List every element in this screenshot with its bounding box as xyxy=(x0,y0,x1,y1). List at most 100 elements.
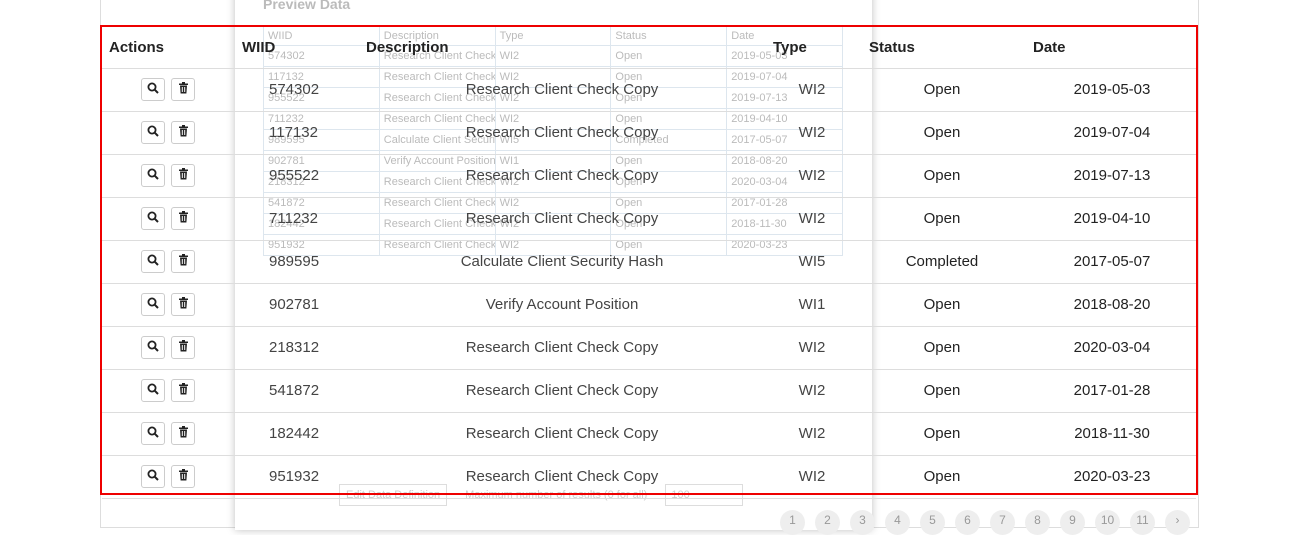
view-button[interactable] xyxy=(141,465,165,488)
cell-wiid: 117132 xyxy=(269,124,318,141)
table-row: 182442 Research Client Check Copy WI2 Open 2… xyxy=(102,413,1196,456)
trash-icon xyxy=(178,210,189,227)
row-actions xyxy=(141,250,195,273)
view-button[interactable] xyxy=(141,207,165,230)
delete-button[interactable] xyxy=(171,164,195,187)
view-button[interactable] xyxy=(141,164,165,187)
search-icon xyxy=(147,296,159,313)
delete-button[interactable] xyxy=(171,465,195,488)
table-row: 574302 Research Client Check Copy WI2 Open 2… xyxy=(102,69,1196,112)
delete-button[interactable] xyxy=(171,379,195,402)
view-button[interactable] xyxy=(141,121,165,144)
cell-status: Open xyxy=(923,468,961,485)
cell-type: WI5 xyxy=(798,253,826,270)
cell-type: WI2 xyxy=(798,81,826,98)
cell-description: Research Client Check Copy xyxy=(465,468,659,485)
page-button[interactable]: 4 xyxy=(885,510,910,535)
cell-date: 2019-04-10 xyxy=(1073,210,1151,227)
cell-type: WI1 xyxy=(798,296,826,313)
cell-description: Research Client Check Copy xyxy=(465,210,659,227)
page-button[interactable]: 6 xyxy=(955,510,980,535)
page-button[interactable]: 9 xyxy=(1060,510,1085,535)
cell-description: Calculate Client Security Hash xyxy=(460,253,664,270)
modal-title: Preview Data xyxy=(263,0,351,12)
page-button[interactable]: 1 xyxy=(780,510,805,535)
cell-description: Research Client Check Copy xyxy=(465,425,659,442)
table-row: 711232 Research Client Check Copy WI2 Open 2… xyxy=(102,198,1196,241)
search-icon xyxy=(147,210,159,227)
page-button[interactable]: 10 xyxy=(1095,510,1120,535)
cell-status: Open xyxy=(923,210,961,227)
trash-icon xyxy=(178,167,189,184)
view-button[interactable] xyxy=(141,78,165,101)
view-button[interactable] xyxy=(141,293,165,316)
cell-date: 2019-07-13 xyxy=(1073,167,1151,184)
cell-date: 2020-03-23 xyxy=(1073,468,1151,485)
row-actions xyxy=(141,336,195,359)
view-button[interactable] xyxy=(141,336,165,359)
cell-status: Completed xyxy=(905,253,979,270)
header-type[interactable]: Type xyxy=(773,39,807,56)
cell-type: WI2 xyxy=(798,382,826,399)
table-row: 902781 Verify Account Position WI1 Open 2018… xyxy=(102,284,1196,327)
page-button[interactable]: 8 xyxy=(1025,510,1050,535)
row-actions xyxy=(141,78,195,101)
view-button[interactable] xyxy=(141,422,165,445)
cell-description: Research Client Check Copy xyxy=(465,167,659,184)
cell-wiid: 951932 xyxy=(269,468,320,485)
cell-status: Open xyxy=(923,124,961,141)
cell-wiid: 711232 xyxy=(269,210,318,227)
row-actions xyxy=(141,121,195,144)
row-actions xyxy=(141,465,195,488)
delete-button[interactable] xyxy=(171,207,195,230)
delete-button[interactable] xyxy=(171,293,195,316)
trash-icon xyxy=(178,468,189,485)
cell-date: 2018-11-30 xyxy=(1074,425,1150,442)
table-row: 955522 Research Client Check Copy WI2 Open 2… xyxy=(102,155,1196,198)
header-wiid[interactable]: WIID xyxy=(242,39,275,56)
view-button[interactable] xyxy=(141,379,165,402)
page-button[interactable]: 5 xyxy=(920,510,945,535)
search-icon xyxy=(147,253,159,270)
page-button[interactable]: › xyxy=(1165,510,1190,535)
cell-wiid: 541872 xyxy=(269,382,320,399)
cell-type: WI2 xyxy=(798,339,826,356)
view-button[interactable] xyxy=(141,250,165,273)
cell-wiid: 574302 xyxy=(269,81,320,98)
delete-button[interactable] xyxy=(171,250,195,273)
delete-button[interactable] xyxy=(171,336,195,359)
page-button[interactable]: 2 xyxy=(815,510,840,535)
cell-wiid: 989595 xyxy=(269,253,320,270)
header-description[interactable]: Description xyxy=(366,39,449,56)
delete-button[interactable] xyxy=(171,422,195,445)
cell-status: Open xyxy=(923,382,961,399)
table-row: 541872 Research Client Check Copy WI2 Open 2… xyxy=(102,370,1196,413)
work-items-table: Actions WIID Description Type Status Dat… xyxy=(100,25,1198,499)
cell-type: WI2 xyxy=(798,210,826,227)
table-header: Actions WIID Description Type Status Dat… xyxy=(102,27,1196,69)
cell-wiid: 218312 xyxy=(269,339,320,356)
page-button[interactable]: 11 xyxy=(1130,510,1155,535)
cell-wiid: 902781 xyxy=(269,296,320,313)
search-icon xyxy=(147,167,159,184)
cell-date: 2020-03-04 xyxy=(1073,339,1151,356)
cell-description: Research Client Check Copy xyxy=(465,339,659,356)
cell-status: Open xyxy=(923,81,961,98)
header-date[interactable]: Date xyxy=(1033,39,1066,56)
page-button[interactable]: 7 xyxy=(990,510,1015,535)
cell-description: Verify Account Position xyxy=(485,296,639,313)
header-status[interactable]: Status xyxy=(869,39,915,56)
trash-icon xyxy=(178,253,189,270)
cell-type: WI2 xyxy=(798,124,826,141)
trash-icon xyxy=(178,425,189,442)
row-actions xyxy=(141,379,195,402)
cell-status: Open xyxy=(923,425,961,442)
delete-button[interactable] xyxy=(171,121,195,144)
cell-description: Research Client Check Copy xyxy=(465,124,659,141)
row-actions xyxy=(141,164,195,187)
cell-wiid: 182442 xyxy=(269,425,320,442)
delete-button[interactable] xyxy=(171,78,195,101)
page-button[interactable]: 3 xyxy=(850,510,875,535)
row-actions xyxy=(141,207,195,230)
cell-wiid: 955522 xyxy=(269,167,320,184)
